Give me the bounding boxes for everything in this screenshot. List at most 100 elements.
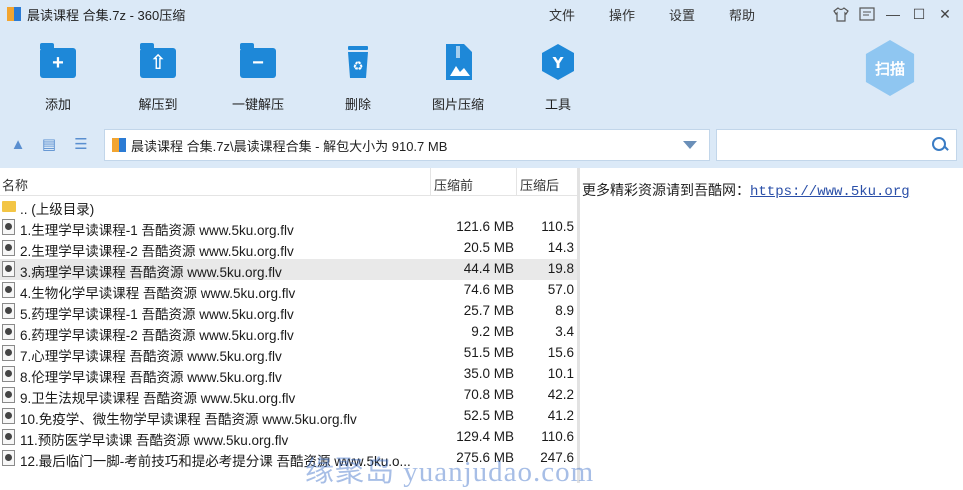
chevron-down-icon[interactable] bbox=[683, 141, 697, 149]
menu-bar: 文件 操作 设置 帮助 bbox=[532, 0, 772, 28]
file-name: 8.伦理学早读课程 吾酷资源 www.5ku.org.flv bbox=[20, 370, 282, 385]
scan-label: 扫描 bbox=[865, 40, 915, 96]
image-compress-icon bbox=[438, 42, 478, 82]
info-text: 更多精彩资源请到吾酷网：https://www.5ku.org bbox=[582, 180, 910, 200]
video-file-icon bbox=[2, 345, 16, 361]
image-compress-button[interactable]: 图片压缩 bbox=[418, 42, 498, 116]
file-packed-size: 41.2 bbox=[547, 408, 574, 423]
file-size: 44.4 MB bbox=[463, 261, 514, 276]
delete-icon: ♻ bbox=[338, 42, 378, 82]
one-click-extract-button[interactable]: − 一键解压 bbox=[218, 42, 298, 116]
column-packed[interactable]: 压缩后 bbox=[520, 175, 559, 194]
file-name: 6.药理学早读课程-2 吾酷资源 www.5ku.org.flv bbox=[20, 328, 294, 343]
file-size: 121.6 MB bbox=[456, 219, 514, 234]
minimize-button[interactable]: — bbox=[883, 4, 903, 24]
parent-dir-label: .. (上级目录) bbox=[20, 202, 95, 217]
info-link[interactable]: https://www.5ku.org bbox=[750, 184, 910, 200]
tools-label: 工具 bbox=[544, 97, 571, 112]
folder-icon bbox=[2, 198, 16, 214]
file-row[interactable]: 1.生理学早读课程-1 吾酷资源 www.5ku.org.flv 121.6 MB… bbox=[0, 217, 577, 238]
video-file-icon bbox=[2, 408, 16, 424]
maximize-button[interactable]: ☐ bbox=[909, 4, 929, 24]
svg-text:♻: ♻ bbox=[353, 59, 364, 73]
archive-icon bbox=[112, 138, 126, 152]
menu-settings[interactable]: 设置 bbox=[652, 5, 712, 24]
file-row[interactable]: 3.病理学早读课程 吾酷资源 www.5ku.org.flv 44.4 MB 19.… bbox=[0, 259, 577, 280]
file-name: 3.病理学早读课程 吾酷资源 www.5ku.org.flv bbox=[20, 265, 282, 280]
video-file-icon bbox=[2, 261, 16, 277]
address-bar: ▲ ▤ ☰ 晨读课程 合集.7z\晨读课程合集 - 解包大小为 910.7 MB bbox=[0, 122, 963, 168]
file-row[interactable]: 6.药理学早读课程-2 吾酷资源 www.5ku.org.flv 9.2 MB 3.… bbox=[0, 322, 577, 343]
video-file-icon bbox=[2, 240, 16, 256]
file-row[interactable]: 5.药理学早读课程-1 吾酷资源 www.5ku.org.flv 25.7 MB 8… bbox=[0, 301, 577, 322]
shirt-icon[interactable] bbox=[831, 4, 851, 24]
file-packed-size: 57.0 bbox=[547, 282, 574, 297]
file-packed-size: 3.4 bbox=[555, 324, 574, 339]
delete-label: 删除 bbox=[344, 97, 371, 112]
file-row[interactable]: 8.伦理学早读课程 吾酷资源 www.5ku.org.flv 35.0 MB 10.… bbox=[0, 364, 577, 385]
menu-help[interactable]: 帮助 bbox=[712, 5, 772, 24]
file-packed-size: 15.6 bbox=[547, 345, 574, 360]
file-row[interactable]: 11.预防医学早读课 吾酷资源 www.5ku.org.flv 129.4 MB 1… bbox=[0, 427, 577, 448]
path-combobox[interactable]: 晨读课程 合集.7z\晨读课程合集 - 解包大小为 910.7 MB bbox=[104, 129, 710, 161]
file-name: 4.生物化学早读课程 吾酷资源 www.5ku.org.flv bbox=[20, 286, 296, 301]
video-file-icon bbox=[2, 219, 16, 235]
svg-text:Y: Y bbox=[552, 54, 565, 72]
file-row[interactable]: 2.生理学早读课程-2 吾酷资源 www.5ku.org.flv 20.5 MB 1… bbox=[0, 238, 577, 259]
up-arrow-icon[interactable]: ▲ bbox=[9, 136, 27, 154]
video-file-icon bbox=[2, 429, 16, 445]
path-text: 晨读课程 合集.7z\晨读课程合集 - 解包大小为 910.7 MB bbox=[131, 138, 448, 154]
file-size: 52.5 MB bbox=[463, 408, 514, 423]
info-pane: 更多精彩资源请到吾酷网：https://www.5ku.org bbox=[580, 168, 963, 483]
menu-file[interactable]: 文件 bbox=[532, 5, 592, 24]
column-size[interactable]: 压缩前 bbox=[434, 175, 473, 194]
menu-operate[interactable]: 操作 bbox=[592, 5, 652, 24]
file-name: 7.心理学早读课程 吾酷资源 www.5ku.org.flv bbox=[20, 349, 282, 364]
search-icon[interactable] bbox=[932, 137, 948, 153]
extract-to-button[interactable]: ⇧ 解压到 bbox=[118, 42, 198, 116]
file-row[interactable]: 10.免疫学、微生物学早读课程 吾酷资源 www.5ku.org.flv 52.5… bbox=[0, 406, 577, 427]
file-packed-size: 42.2 bbox=[547, 387, 574, 402]
column-name[interactable]: 名称 bbox=[2, 175, 28, 194]
file-name: 2.生理学早读课程-2 吾酷资源 www.5ku.org.flv bbox=[20, 244, 294, 259]
image-compress-label: 图片压缩 bbox=[431, 97, 484, 112]
parent-dir-row[interactable]: .. (上级目录) bbox=[0, 196, 577, 217]
file-row[interactable]: 7.心理学早读课程 吾酷资源 www.5ku.org.flv 51.5 MB 15.… bbox=[0, 343, 577, 364]
tools-icon: Y bbox=[538, 42, 578, 82]
file-name: 10.免疫学、微生物学早读课程 吾酷资源 www.5ku.org.flv bbox=[20, 412, 357, 427]
search-input[interactable] bbox=[716, 129, 957, 161]
file-packed-size: 8.9 bbox=[555, 303, 574, 318]
file-name: 1.生理学早读课程-1 吾酷资源 www.5ku.org.flv bbox=[20, 223, 294, 238]
tools-button[interactable]: Y 工具 bbox=[518, 42, 598, 116]
file-size: 74.6 MB bbox=[463, 282, 514, 297]
file-row[interactable]: 4.生物化学早读课程 吾酷资源 www.5ku.org.flv 74.6 MB 57… bbox=[0, 280, 577, 301]
file-size: 70.8 MB bbox=[463, 387, 514, 402]
list-view-icon[interactable]: ☰ bbox=[72, 136, 90, 154]
video-file-icon bbox=[2, 282, 16, 298]
file-size: 20.5 MB bbox=[463, 240, 514, 255]
scan-button[interactable]: 扫描 bbox=[862, 40, 918, 102]
file-packed-size: 110.6 bbox=[541, 429, 574, 444]
add-button[interactable]: + 添加 bbox=[18, 42, 98, 116]
video-file-icon bbox=[2, 387, 16, 403]
file-size: 25.7 MB bbox=[463, 303, 514, 318]
window-title: 晨读课程 合集.7z - 360压缩 bbox=[27, 7, 186, 23]
video-file-icon bbox=[2, 324, 16, 340]
one-click-extract-label: 一键解压 bbox=[231, 97, 284, 112]
file-name: 5.药理学早读课程-1 吾酷资源 www.5ku.org.flv bbox=[20, 307, 294, 322]
extract-to-icon: ⇧ bbox=[138, 42, 178, 82]
file-row[interactable]: 9.卫生法规早读课程 吾酷资源 www.5ku.org.flv 70.8 MB 42… bbox=[0, 385, 577, 406]
add-label: 添加 bbox=[44, 97, 71, 112]
toolbar: + 添加 ⇧ 解压到 − 一键解压 ♻ 删除 图片压缩 Y 工具 扫描 bbox=[0, 28, 963, 122]
add-icon: + bbox=[38, 42, 78, 82]
close-button[interactable]: ✕ bbox=[935, 4, 955, 24]
file-name: 9.卫生法规早读课程 吾酷资源 www.5ku.org.flv bbox=[20, 391, 296, 406]
file-size: 51.5 MB bbox=[463, 345, 514, 360]
delete-button[interactable]: ♻ 删除 bbox=[318, 42, 398, 116]
feedback-icon[interactable] bbox=[857, 4, 877, 24]
title-bar: 晨读课程 合集.7z - 360压缩 文件 操作 设置 帮助 — ☐ ✕ bbox=[0, 0, 963, 28]
thumbnail-view-icon[interactable]: ▤ bbox=[40, 136, 58, 154]
window-controls: — ☐ ✕ bbox=[831, 0, 955, 28]
info-message: 更多精彩资源请到吾酷网： bbox=[582, 184, 750, 200]
file-size: 9.2 MB bbox=[471, 324, 514, 339]
